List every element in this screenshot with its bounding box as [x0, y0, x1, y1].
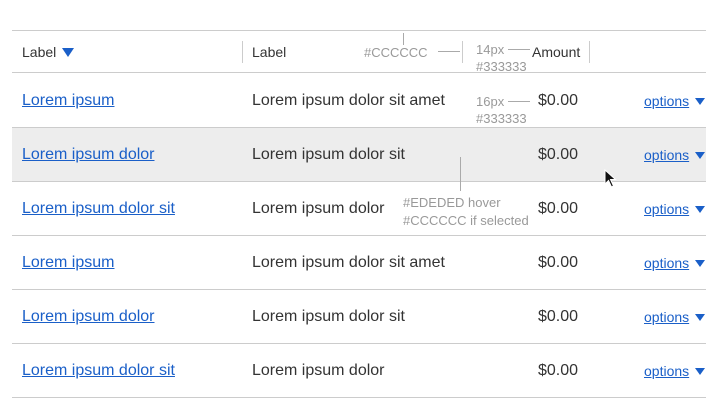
row-options-menu[interactable]: options	[644, 254, 706, 271]
column-header-amount: Amount	[532, 31, 580, 72]
annotation-leader-line	[508, 49, 530, 50]
annotation-body-color: #333333	[476, 111, 527, 126]
row-amount: $0.00	[538, 307, 579, 325]
column-divider	[242, 41, 243, 63]
column-header-amount-text: Amount	[532, 43, 581, 60]
row-amount: $0.00	[538, 199, 579, 217]
annotation-leader-line	[438, 51, 460, 52]
row-amount: $0.00	[538, 361, 579, 379]
row-options-label: options	[644, 92, 690, 109]
table-row[interactable]: Lorem ipsum dolor Lorem ipsum dolor sit $0…	[12, 290, 706, 344]
column-divider	[589, 41, 590, 63]
table-row[interactable]: Lorem ipsum dolor Lorem ipsum dolor sit $0…	[12, 128, 706, 182]
annotation-leader-line	[508, 101, 530, 102]
chevron-down-icon	[695, 206, 706, 213]
row-options-label: options	[644, 308, 690, 325]
sort-descending-icon[interactable]	[62, 47, 75, 57]
table-row[interactable]: Lorem ipsum dolor sit Lorem ipsum dolor $0…	[12, 182, 706, 236]
chevron-down-icon	[695, 152, 706, 159]
table-header-row: Label Label Amount	[12, 31, 706, 73]
column-header-label-sortable[interactable]: Label	[22, 31, 75, 72]
row-options-menu[interactable]: options	[644, 308, 706, 325]
row-options-label: options	[644, 146, 690, 163]
row-description: Lorem ipsum dolor	[252, 199, 385, 217]
row-name-link[interactable]: Lorem ipsum	[22, 92, 114, 110]
annotation-hover-color: #EDEDED hover	[403, 195, 501, 210]
row-name-link[interactable]: Lorem ipsum dolor sit	[22, 362, 175, 380]
row-description: Lorem ipsum dolor sit amet	[252, 253, 445, 271]
row-description: Lorem ipsum dolor sit amet	[252, 91, 445, 109]
annotation-header-color: #333333	[476, 59, 527, 74]
column-divider	[462, 41, 463, 63]
row-description: Lorem ipsum dolor sit	[252, 307, 405, 325]
column-header-label-2: Label	[252, 31, 286, 72]
row-description: Lorem ipsum dolor sit	[252, 145, 405, 163]
mouse-pointer-icon	[604, 169, 617, 188]
chevron-down-icon	[695, 260, 706, 267]
row-options-label: options	[644, 200, 690, 217]
row-name-link[interactable]: Lorem ipsum dolor sit	[22, 200, 175, 218]
table-row[interactable]: Lorem ipsum Lorem ipsum dolor sit amet $0.…	[12, 74, 706, 128]
chevron-down-icon	[695, 368, 706, 375]
row-options-menu[interactable]: options	[644, 92, 706, 109]
chevron-down-icon	[695, 314, 706, 321]
annotation-selected-color: #CCCCCC if selected	[403, 213, 529, 228]
column-header-label-text: Label	[22, 43, 57, 60]
row-amount: $0.00	[538, 145, 579, 163]
row-options-label: options	[644, 362, 690, 379]
row-amount: $0.00	[538, 253, 579, 271]
row-description: Lorem ipsum dolor	[252, 361, 385, 379]
row-options-menu[interactable]: options	[644, 200, 706, 217]
row-amount: $0.00	[538, 91, 579, 109]
table-row[interactable]: Lorem ipsum dolor sit Lorem ipsum dolor $0…	[12, 344, 706, 398]
row-name-link[interactable]: Lorem ipsum	[22, 254, 114, 272]
annotation-body-size: 16px	[476, 94, 505, 109]
annotation-leader-line	[460, 157, 461, 191]
row-options-menu[interactable]: options	[644, 146, 706, 163]
table-row[interactable]: Lorem ipsum Lorem ipsum dolor sit amet $0.…	[12, 236, 706, 290]
chevron-down-icon	[695, 98, 706, 105]
annotation-header-size: 14px	[476, 42, 505, 57]
annotation-divider-color: #CCCCCC	[364, 45, 428, 60]
row-options-menu[interactable]: options	[644, 362, 706, 379]
row-name-link[interactable]: Lorem ipsum dolor	[22, 146, 155, 164]
row-options-label: options	[644, 254, 690, 271]
column-header-label-2-text: Label	[252, 43, 287, 60]
row-name-link[interactable]: Lorem ipsum dolor	[22, 308, 155, 326]
